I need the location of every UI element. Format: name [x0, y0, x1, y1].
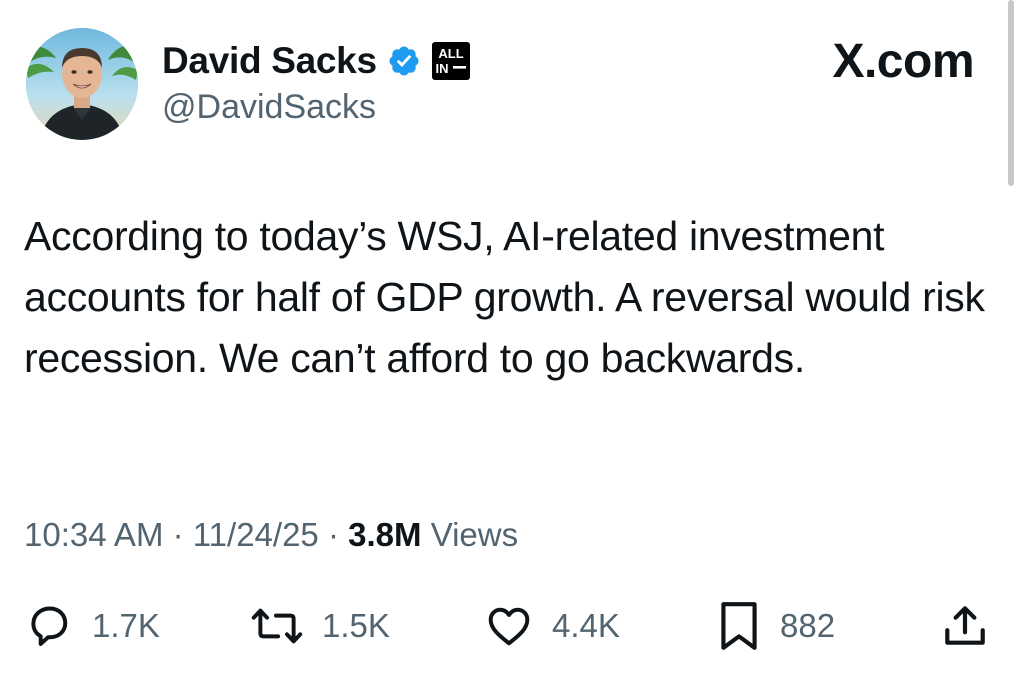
svg-text:ALL: ALL [438, 46, 463, 61]
share-icon [945, 606, 985, 645]
avatar-photo [26, 28, 138, 140]
reply-icon [31, 606, 68, 646]
like-count: 4.4K [552, 607, 620, 644]
action-bar: 1.7K 1.5K 4.4K 882 [0, 596, 1024, 656]
reply-button[interactable]: 1.7K [24, 596, 160, 656]
svg-text:IN: IN [435, 61, 448, 76]
tweet-time[interactable]: 10:34 AM [24, 516, 163, 553]
meta-separator: · [172, 516, 184, 553]
bookmark-button[interactable]: 882 [716, 596, 835, 656]
scrollbar[interactable] [1008, 0, 1014, 186]
author-name-row: David Sacks ALL IN [162, 38, 471, 84]
author-handle[interactable]: @DavidSacks [162, 88, 376, 127]
like-button[interactable]: 4.4K [484, 596, 620, 656]
views-count[interactable]: 3.8M [348, 516, 421, 553]
meta-separator: · [327, 516, 339, 553]
repost-icon [251, 608, 303, 644]
bookmark-count: 882 [780, 607, 836, 644]
repost-count: 1.5K [322, 607, 390, 644]
share-button[interactable] [940, 596, 990, 656]
tweet-card: David Sacks ALL IN @DavidSacks X.com Acc… [0, 0, 1024, 676]
tweet-date[interactable]: 11/24/25 [193, 516, 319, 553]
avatar[interactable] [26, 28, 138, 140]
verified-check-icon[interactable] [387, 44, 421, 78]
tweet-meta: 10:34 AM · 11/24/25 · 3.8M Views [24, 516, 518, 554]
views-label: Views [430, 516, 519, 553]
tweet-text: According to today’s WSJ, AI-related inv… [24, 213, 985, 381]
brand-logo-text: X.com [832, 35, 974, 88]
repost-button[interactable]: 1.5K [250, 596, 390, 656]
reply-count: 1.7K [92, 607, 160, 644]
affiliate-badge[interactable]: ALL IN [431, 41, 471, 81]
bookmark-icon [721, 602, 757, 650]
author-display-name[interactable]: David Sacks [162, 40, 377, 82]
heart-icon [488, 607, 530, 646]
